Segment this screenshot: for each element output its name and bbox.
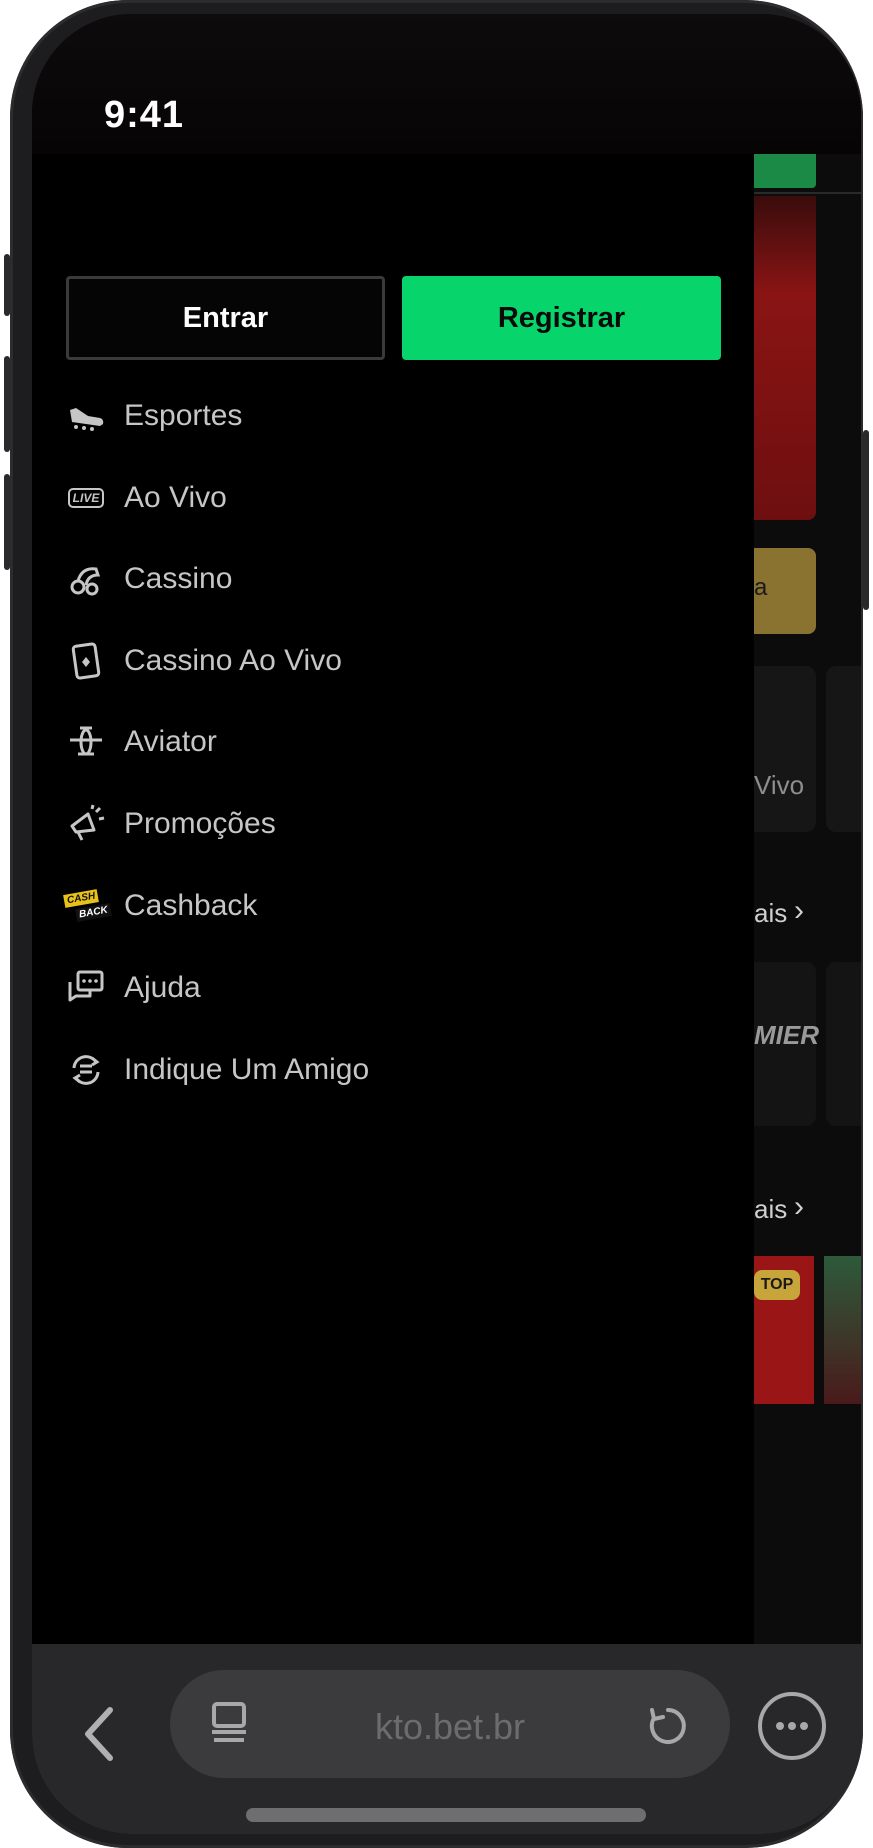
status-time: 9:41 xyxy=(104,94,185,136)
background-page: a Vivo ais › MIER ais › TOP xyxy=(754,154,861,1644)
playing-card-icon xyxy=(66,641,106,681)
screen: 9:41 a Vivo ais › MIER ais › TOP Entrar … xyxy=(32,14,861,1834)
chat-bubbles-icon xyxy=(66,968,106,1008)
cashback-icon: CASH BACK xyxy=(63,886,112,926)
register-button[interactable]: Registrar xyxy=(402,276,721,360)
menu-label: Promoções xyxy=(124,807,276,840)
browser-toolbar: kto.bet.br xyxy=(32,1644,861,1834)
back-chevron-icon[interactable] xyxy=(70,1694,130,1774)
mute-switch xyxy=(4,254,10,316)
power-button xyxy=(863,430,869,610)
bg-fragment-5: ais xyxy=(754,1194,788,1224)
side-drawer: Entrar Registrar Esportes LIVE Ao Vivo C… xyxy=(32,154,754,1644)
menu-label: Cashback xyxy=(124,889,258,922)
more-options-icon[interactable] xyxy=(758,1692,826,1760)
volume-down-button xyxy=(4,474,10,570)
refer-friend-icon xyxy=(66,1050,106,1090)
menu-item-esportes[interactable]: Esportes xyxy=(66,386,566,446)
bg-promo-tile: a xyxy=(754,548,816,634)
bg-green-button xyxy=(754,154,816,188)
menu-item-ao-vivo[interactable]: LIVE Ao Vivo xyxy=(66,468,566,528)
phone-frame: 9:41 a Vivo ais › MIER ais › TOP Entrar … xyxy=(4,0,869,1848)
bg-card-3: MIER xyxy=(754,962,819,1126)
menu-item-promocoes[interactable]: Promoções xyxy=(66,794,566,854)
bg-game-tile-2 xyxy=(824,1256,861,1404)
bg-fragment-4: MIER xyxy=(754,1020,819,1050)
cashback-badge-bottom: BACK xyxy=(75,903,112,922)
bg-card-4 xyxy=(826,962,861,1126)
bg-card-1: Vivo xyxy=(754,666,816,832)
menu-item-cassino-ao-vivo[interactable]: Cassino Ao Vivo xyxy=(66,631,566,691)
soccer-boot-icon xyxy=(66,396,106,436)
menu-item-indique-um-amigo[interactable]: Indique Um Amigo xyxy=(66,1040,566,1100)
reload-icon[interactable] xyxy=(646,1704,690,1748)
bg-fragment-2: Vivo xyxy=(754,770,805,800)
bg-divider xyxy=(754,192,861,194)
bg-top-badge: TOP xyxy=(754,1270,800,1300)
bg-banner xyxy=(754,196,816,520)
bg-fragment-3: ais xyxy=(754,898,788,928)
bg-game-tile-1: TOP xyxy=(754,1256,814,1404)
bg-chevron-icon: › xyxy=(794,894,804,927)
bg-chevron-icon: › xyxy=(794,1190,804,1223)
address-bar[interactable]: kto.bet.br xyxy=(170,1670,730,1778)
home-indicator[interactable] xyxy=(246,1808,646,1822)
menu-label: Cassino xyxy=(124,562,233,595)
bg-fragment-1: a xyxy=(754,574,768,601)
bg-card-2 xyxy=(826,666,861,832)
menu-label: Esportes xyxy=(124,399,243,432)
status-bar: 9:41 xyxy=(32,14,861,154)
megaphone-icon xyxy=(66,804,106,844)
menu-label: Cassino Ao Vivo xyxy=(124,644,342,677)
airplane-icon xyxy=(66,722,106,762)
menu-item-cassino[interactable]: Cassino xyxy=(66,549,566,609)
live-badge: LIVE xyxy=(67,488,105,508)
login-button[interactable]: Entrar xyxy=(66,276,385,360)
menu-item-aviator[interactable]: Aviator xyxy=(66,712,566,772)
menu-label: Ao Vivo xyxy=(124,481,227,514)
menu-item-cashback[interactable]: CASH BACK Cashback xyxy=(63,876,566,936)
slot-machine-icon xyxy=(66,559,106,599)
menu-label: Aviator xyxy=(124,725,217,758)
menu-label: Indique Um Amigo xyxy=(124,1053,370,1086)
volume-up-button xyxy=(4,356,10,452)
menu-item-ajuda[interactable]: Ajuda xyxy=(66,958,566,1018)
menu-label: Ajuda xyxy=(124,971,201,1004)
live-icon: LIVE xyxy=(66,478,106,518)
